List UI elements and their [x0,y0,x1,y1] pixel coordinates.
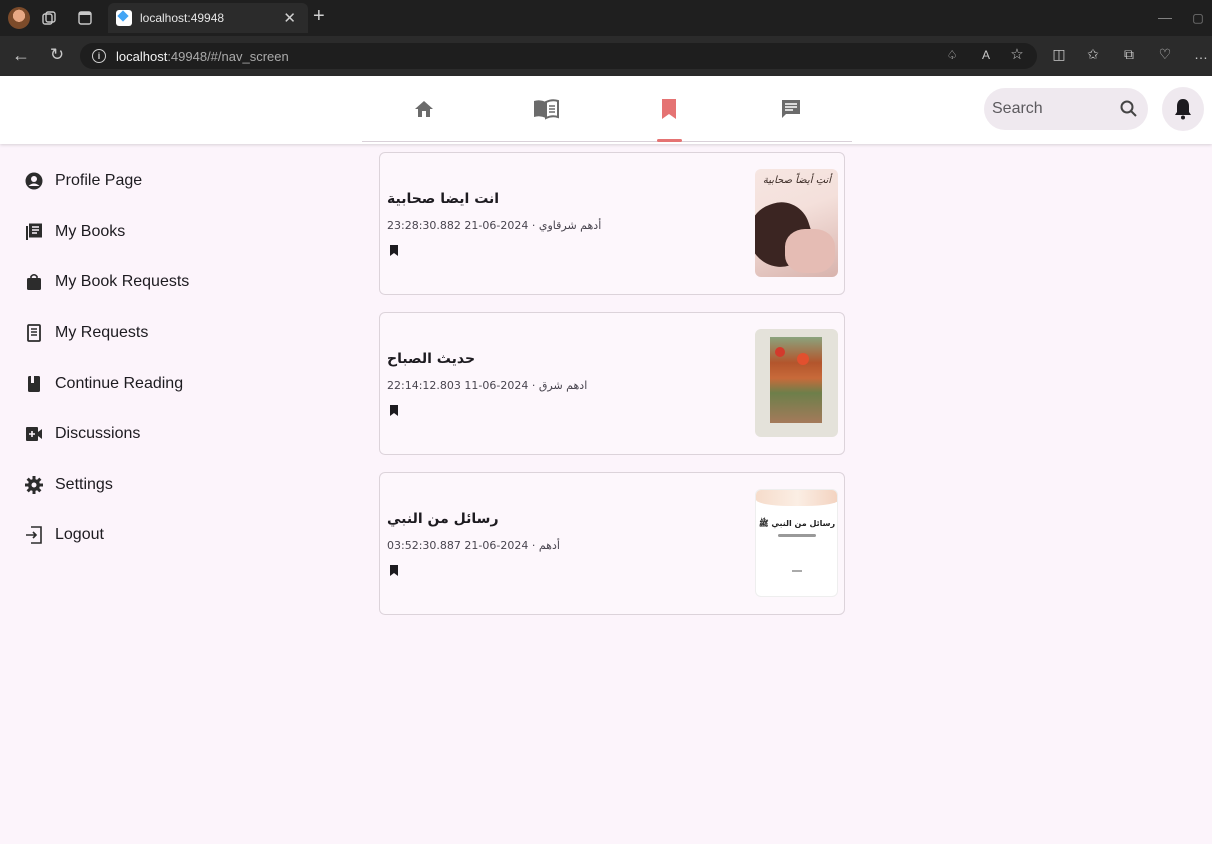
url-host: localhost [116,48,168,64]
notification-permission-icon[interactable]: ♤ [944,46,960,64]
sidebar-item-label: My Book Requests [55,273,190,290]
book-meta: أدهم · 2024-06-21 03:52:30.887 [387,539,560,552]
book-card[interactable]: حديث الصباح ادهم شرق · 2024-06-11 22:14:… [379,312,845,455]
split-screen-icon[interactable]: ◫ [1050,45,1068,63]
settings-icon [24,475,44,495]
sidebar-item-label: Profile Page [55,172,143,189]
book-meta: أدهم شرقاوي · 2024-06-21 23:28:30.882 [387,219,602,232]
more-options-icon[interactable]: … [1192,45,1210,63]
sidebar-item-discussions[interactable]: Discussions [24,419,140,449]
logout-icon [24,525,44,545]
cover-decoration [792,570,802,572]
sidebar-item-label: My Books [55,223,126,240]
sidebar-item-my-requests[interactable]: My Requests [24,318,148,348]
tab-title: localhost:49948 [140,11,225,25]
book-cover [755,329,838,437]
book-cover: أنتِ أيضاً صحابية [755,169,838,277]
favorite-star-icon[interactable]: ☆ [1008,45,1026,63]
sidebar-item-continue-reading[interactable]: Continue Reading [24,369,183,399]
sidebar-item-my-books[interactable]: My Books [24,217,125,247]
url-field[interactable]: i localhost:49948/#/nav_screen [80,43,1037,69]
profile-avatar-icon[interactable] [8,7,30,29]
book-icon [24,374,44,394]
book-card[interactable]: انت ايضا صحابية أدهم شرقاوي · 2024-06-21… [379,152,845,295]
library-books-icon [24,222,44,242]
bell-icon [1175,99,1191,120]
shopping-bag-icon [24,272,44,292]
refresh-icon[interactable]: ↻ [48,44,66,66]
url-path: :49948/#/nav_screen [167,48,289,64]
book-cover: رسائل من النبي ﷺ [755,489,838,597]
tab-home[interactable] [362,76,486,142]
cover-title: رسائل من النبي ﷺ [758,519,836,528]
cover-illustration [756,490,837,506]
site-info-icon[interactable]: i [92,49,106,63]
sidebar-item-label: My Requests [55,324,149,341]
sidebar-item-label: Settings [55,476,113,493]
bookmark-icon [662,99,676,119]
cover-illustration-detail [785,229,835,273]
home-icon [415,101,433,117]
tab-bookmarks[interactable] [607,76,731,142]
close-tab-icon[interactable]: ✕ [283,9,296,27]
browser-essentials-icon[interactable]: ♡ [1156,45,1174,63]
video-chat-icon [24,424,44,444]
cover-decoration [778,534,816,537]
chat-icon [782,100,800,118]
book-meta: ادهم شرق · 2024-06-11 22:14:12.803 [387,379,588,392]
book-title: رسائل من النبي [387,511,499,527]
sidebar-item-label: Logout [55,526,104,543]
cover-illustration-detail [797,353,809,365]
favorites-list-icon[interactable]: ✩ [1084,45,1102,63]
notifications-button[interactable] [1162,87,1204,131]
bookmark-icon[interactable] [390,245,398,256]
tab-chat[interactable] [729,76,853,142]
tab-actions-icon[interactable] [76,9,94,27]
receipt-icon [24,323,44,343]
bookmark-icon[interactable] [390,405,398,416]
book-title: حديث الصباح [387,351,476,367]
collections-icon[interactable]: ⧉ [1120,45,1138,63]
sidebar-item-logout[interactable]: Logout [24,520,104,550]
search-bar[interactable] [984,88,1148,130]
sidebar-item-settings[interactable]: Settings [24,470,113,500]
cover-illustration-detail [775,347,785,357]
minimize-icon[interactable]: — [1157,8,1173,26]
restore-icon[interactable]: ▢ [1190,9,1206,27]
flutter-favicon-icon [116,10,132,26]
browser-tab[interactable]: localhost:49948 ✕ [108,3,308,33]
sidebar-item-my-book-requests[interactable]: My Book Requests [24,267,189,297]
tab-bar-divider [362,141,852,142]
selected-tab-indicator [657,139,682,142]
book-card[interactable]: رسائل من النبي أدهم · 2024-06-21 03:52:3… [379,472,845,615]
book-title: انت ايضا صحابية [387,191,500,207]
search-input[interactable] [992,100,1102,118]
new-tab-icon[interactable]: + [313,6,325,26]
sidebar-item-label: Continue Reading [55,375,184,392]
tab-books[interactable] [484,76,608,142]
search-icon[interactable] [1120,100,1138,118]
sidebar-item-profile[interactable]: Profile Page [24,166,142,196]
workspaces-icon[interactable] [40,9,58,27]
cover-title: أنتِ أيضاً صحابية [762,175,832,186]
account-circle-icon [24,171,44,191]
sidebar-item-label: Discussions [55,425,141,442]
bookmark-icon[interactable] [390,565,398,576]
back-icon[interactable]: ← [12,44,30,66]
menu-book-icon [534,99,559,120]
read-aloud-icon[interactable]: A [976,46,996,64]
